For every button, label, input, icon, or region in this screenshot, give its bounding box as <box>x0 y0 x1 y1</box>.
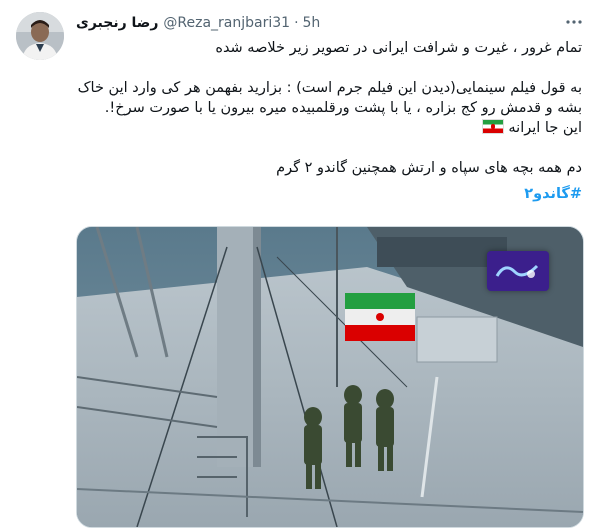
iran-flag-emoji-icon <box>481 119 504 134</box>
avatar[interactable] <box>16 12 64 60</box>
tweet-text: تمام غرور ، غیرت و شرافت ایرانی در تصویر… <box>76 38 582 204</box>
hashtag-link[interactable]: #گاندو۲ <box>76 184 582 204</box>
more-horizontal-icon[interactable] <box>564 12 584 32</box>
tweet-line-3: این جا ایرانه <box>508 120 582 136</box>
user-handle[interactable]: @Reza_ranjbari31 <box>163 15 290 31</box>
separator-dot: · <box>294 15 299 31</box>
tweet-line-2: به قول فیلم سینمایی(دیدن این فیلم جرم اس… <box>77 80 582 116</box>
tweet-card[interactable]: رضا رنجبری @Reza_ranjbari31 · 5h تمام غر… <box>0 0 598 528</box>
tweet-media-image[interactable] <box>76 226 584 528</box>
tv-channel-logo <box>487 251 549 291</box>
display-name[interactable]: رضا رنجبری <box>76 15 158 31</box>
tweet-line-4: دم همه بچه های سپاه و ارتش همچنین گاندو … <box>276 160 582 176</box>
avatar-photo <box>16 12 64 60</box>
tweet-header: رضا رنجبری @Reza_ranjbari31 · 5h <box>76 12 558 34</box>
timestamp[interactable]: 5h <box>303 15 321 31</box>
tweet-line-1: تمام غرور ، غیرت و شرافت ایرانی در تصویر… <box>215 40 582 56</box>
